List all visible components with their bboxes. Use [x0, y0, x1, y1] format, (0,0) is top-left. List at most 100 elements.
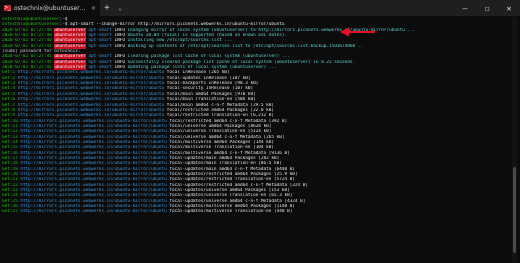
- log-message: Installing new /etc/apt/sources.list ...: [127, 38, 233, 44]
- get-url: http://mirrors.piconets.webwerks.in/ubun…: [20, 123, 167, 129]
- log-level: INFO: [114, 33, 125, 39]
- get-url: http://mirrors.piconets.webwerks.in/ubun…: [20, 171, 167, 177]
- get-id: Get:24: [2, 193, 18, 199]
- log-timestamp: 2020-07-02 07:27:41: [2, 43, 52, 49]
- minimize-button[interactable]: —: [454, 0, 476, 16]
- get-detail: focal/restricted amd64 Packages [22.0 kB…: [164, 107, 274, 113]
- get-detail: focal-security InRelease [107 kB]: [164, 86, 254, 92]
- get-detail: focal-updates/restricted amd64 c-n-f Met…: [166, 182, 308, 188]
- scrollbar-thumb[interactable]: [513, 167, 516, 253]
- log-timestamp: 2020-07-02 07:27:45: [2, 59, 52, 65]
- get-detail: focal/universe amd64 c-n-f Metadata [265…: [166, 134, 285, 140]
- get-id: Get:5: [2, 91, 16, 97]
- get-id: Get:9: [2, 113, 16, 119]
- get-detail: focal-updates/universe amd64 Packages [1…: [166, 188, 290, 193]
- new-tab-button[interactable]: +: [100, 0, 114, 16]
- get-url: http://mirrors.piconets.webwerks.in/ubun…: [20, 129, 167, 135]
- get-detail: focal-updates/main amd64 c-n-f Metadata …: [166, 166, 295, 172]
- get-url: http://mirrors.piconets.webwerks.in/ubun…: [17, 97, 165, 103]
- scrollbar[interactable]: [512, 17, 517, 263]
- hostname-badge: ubuntuserver: [54, 43, 86, 49]
- log-message: Ubuntu 20.04 (focal) is supported (based…: [127, 33, 288, 39]
- get-id: Get:23: [2, 188, 18, 193]
- get-id: Get:14: [2, 139, 18, 145]
- get-detail: focal/multiverse amd64 Packages [144 kB]: [166, 139, 275, 145]
- get-detail: focal/main amd64 c-n-f Metadata [29.5 kB…: [164, 102, 274, 108]
- get-detail: focal/universe amd64 Packages [8628 kB]: [166, 123, 272, 129]
- get-url: http://mirrors.piconets.webwerks.in/ubun…: [20, 139, 167, 145]
- get-id: Get:7: [2, 102, 16, 108]
- get-url: http://mirrors.piconets.webwerks.in/ubun…: [17, 75, 165, 81]
- get-detail: focal-updates/multiverse Translation-en …: [166, 209, 293, 215]
- get-id: Get:21: [2, 177, 18, 183]
- maximize-button[interactable]: ☐: [476, 0, 498, 16]
- log-level: INFO: [114, 54, 125, 60]
- log-message: Successfully cleared package list cache …: [127, 59, 356, 65]
- get-url: http://mirrors.piconets.webwerks.in/ubun…: [20, 198, 167, 204]
- get-id: Get:6: [2, 97, 16, 103]
- prompt-user-host: ostechnix@ubuntuserver: [2, 17, 60, 22]
- get-url: http://mirrors.piconets.webwerks.in/ubun…: [20, 166, 167, 172]
- tab-terminal[interactable]: >_ ostechnix@ubuntuserver: ~ ×: [0, 0, 100, 16]
- get-detail: focal-updates/universe Translation-en [6…: [166, 193, 293, 199]
- title-drag-area[interactable]: [126, 0, 454, 16]
- get-url: http://mirrors.piconets.webwerks.in/ubun…: [20, 145, 167, 151]
- get-id: Get:1: [2, 70, 16, 76]
- log-level: INFO: [114, 27, 125, 33]
- get-id: Get:27: [2, 209, 18, 215]
- get-url: http://mirrors.piconets.webwerks.in/ubun…: [20, 182, 167, 188]
- get-url: http://mirrors.piconets.webwerks.in/ubun…: [17, 86, 165, 92]
- get-url: http://mirrors.piconets.webwerks.in/ubun…: [20, 204, 167, 210]
- get-url: http://mirrors.piconets.webwerks.in/ubun…: [20, 177, 167, 183]
- log-timestamp: 2020-07-02 07:27:45: [2, 65, 52, 71]
- program-name: apt-smart: [88, 27, 112, 33]
- terminal-window: >_ ostechnix@ubuntuserver: ~ × + ⌄ — ☐ ✕…: [0, 0, 520, 263]
- get-detail: focal-updates/restricted amd64 Packages …: [166, 171, 298, 177]
- get-url: http://mirrors.piconets.webwerks.in/ubun…: [20, 193, 167, 199]
- log-timestamp: 2020-07-02 07:27:40: [2, 38, 52, 44]
- get-detail: focal/restricted Translation-en [6,212 B…: [164, 113, 274, 119]
- get-id: Get:12: [2, 129, 18, 135]
- get-url: http://mirrors.piconets.webwerks.in/ubun…: [20, 161, 167, 167]
- program-name: apt-smart: [88, 38, 112, 44]
- terminal-icon: >_: [4, 5, 11, 11]
- close-button[interactable]: ✕: [498, 0, 520, 16]
- program-name: apt-smart: [88, 65, 112, 71]
- hostname-badge: ubuntuserver: [54, 54, 86, 60]
- get-id: Get:11: [2, 123, 18, 129]
- get-detail: focal/multiverse Translation-en [104 kB]: [166, 145, 275, 151]
- get-id: Get:22: [2, 182, 18, 188]
- get-id: Get:2: [2, 75, 16, 81]
- chevron-down-icon[interactable]: ⌄: [114, 0, 126, 16]
- get-url: http://mirrors.piconets.webwerks.in/ubun…: [17, 81, 165, 87]
- get-id: Get:26: [2, 204, 18, 210]
- tab-close-icon[interactable]: ×: [91, 5, 96, 12]
- terminal-output[interactable]: ostechnix@ubuntuserver:~$ ostechnix@ubun…: [2, 17, 506, 263]
- get-id: Get:18: [2, 161, 18, 167]
- get-detail: focal-updates/main amd64 Packages [282 k…: [166, 155, 280, 161]
- get-url: http://mirrors.piconets.webwerks.in/ubun…: [20, 118, 167, 124]
- log-message: Updating package lists of local system (…: [127, 65, 277, 71]
- red-arrow-icon: [340, 27, 375, 37]
- get-id: Get:10: [2, 118, 18, 124]
- hostname-badge: ubuntuserver: [54, 27, 86, 33]
- program-name: apt-smart: [88, 43, 112, 49]
- get-detail: focal-updates/restricted Translation-en …: [166, 177, 295, 183]
- get-detail: focal-updates/main Translation-en [86.5 …: [166, 161, 282, 167]
- get-url: http://mirrors.piconets.webwerks.in/ubun…: [17, 107, 165, 113]
- get-id: Get:19: [2, 166, 18, 172]
- get-id: Get:16: [2, 150, 18, 156]
- hostname-badge: ubuntuserver: [54, 33, 86, 39]
- get-id: Get:3: [2, 81, 16, 87]
- log-level: INFO: [114, 65, 125, 71]
- get-url: http://mirrors.piconets.webwerks.in/ubun…: [20, 209, 167, 215]
- log-level: INFO: [114, 59, 125, 65]
- log-message: Clearing package list cache of local sys…: [127, 54, 290, 60]
- get-id: Get:4: [2, 86, 16, 92]
- hostname-badge: ubuntuserver: [54, 65, 86, 71]
- get-detail: focal/restricted amd64 c-n-f Metadata [3…: [166, 118, 288, 124]
- get-id: Get:17: [2, 155, 18, 161]
- get-id: Get:13: [2, 134, 18, 140]
- get-url: http://mirrors.piconets.webwerks.in/ubun…: [20, 188, 167, 193]
- log-level: INFO: [114, 38, 125, 44]
